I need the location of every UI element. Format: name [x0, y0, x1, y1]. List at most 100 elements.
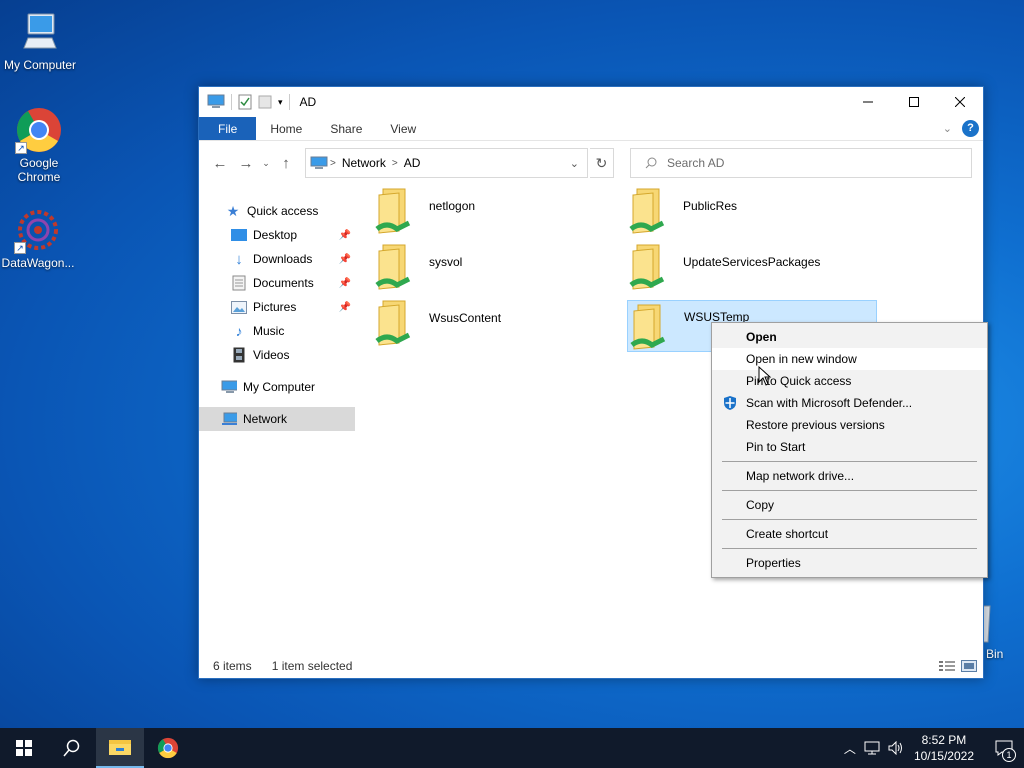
minimize-icon	[863, 101, 873, 103]
computer-icon	[207, 94, 225, 108]
datawagon-icon: ↗	[14, 206, 62, 254]
back-arrow-icon[interactable]: ←	[207, 155, 233, 172]
menu-item-scan-with-defender[interactable]: Scan with Microsoft Defender...	[712, 392, 987, 414]
item-count: 6 items	[213, 659, 252, 673]
nav-quick-access[interactable]: ★ Quick access	[199, 199, 355, 223]
close-button[interactable]	[937, 87, 983, 117]
address-dropdown-icon[interactable]: ⌄	[570, 157, 579, 170]
menu-separator	[722, 490, 977, 491]
pin-icon[interactable]: 📌	[339, 302, 351, 313]
selection-count: 1 item selected	[271, 659, 353, 673]
breadcrumb-separator-icon: >	[391, 157, 398, 169]
network-status-icon[interactable]	[864, 741, 882, 755]
monitor-icon	[16, 8, 64, 56]
help-icon[interactable]: ?	[962, 120, 979, 137]
search-icon	[63, 739, 80, 757]
network-icon	[221, 411, 237, 427]
address-bar[interactable]: > Network > AD ⌄	[305, 148, 588, 178]
search-icon	[645, 157, 657, 169]
expand-ribbon-icon[interactable]: ⌄	[943, 122, 952, 135]
share-folder-updateservicespackages[interactable]: UpdateServicesPackages	[623, 241, 873, 293]
breadcrumb-network[interactable]: Network	[342, 156, 386, 170]
nav-music[interactable]: ♪ Music	[199, 319, 355, 343]
pin-icon[interactable]: 📌	[339, 254, 351, 265]
documents-icon	[231, 275, 247, 291]
tab-home[interactable]: Home	[256, 117, 316, 140]
menu-item-create-shortcut[interactable]: Create shortcut	[712, 523, 987, 545]
menu-item-pin-to-quick-access[interactable]: Pin to Quick access	[712, 370, 987, 392]
menu-item-open-in-new-window[interactable]: Open in new window	[712, 348, 987, 370]
action-center-button[interactable]: 1	[984, 728, 1024, 768]
recent-locations-icon[interactable]: ⌄	[259, 158, 273, 169]
title-bar[interactable]: ▾ AD	[199, 87, 983, 117]
forward-arrow-icon[interactable]: →	[233, 155, 259, 172]
refresh-button[interactable]: ↻	[590, 148, 614, 178]
search-button[interactable]	[48, 728, 96, 768]
pin-icon[interactable]: 📌	[339, 230, 351, 241]
folder-name: netlogon	[429, 199, 476, 213]
tab-file[interactable]: File	[199, 117, 257, 140]
start-button[interactable]	[0, 728, 48, 768]
show-hidden-icons-icon[interactable]: ︿	[844, 740, 856, 757]
clock-time: 8:52 PM	[921, 733, 967, 747]
search-input[interactable]: Search AD	[630, 148, 972, 178]
menu-item-map-network-drive[interactable]: Map network drive...	[712, 465, 987, 487]
maximize-button[interactable]	[891, 87, 937, 117]
navigation-bar: ← → ⌄ ↑ > Network > AD ⌄ ↻ Search AD	[199, 141, 983, 185]
desktop-icon-google-chrome[interactable]: ↗ Google Chrome	[0, 106, 79, 184]
ribbon-tabs: File Home Share View ⌄ ?	[199, 117, 983, 141]
share-folder-wsuscontent[interactable]: WsusContent	[369, 297, 619, 349]
taskbar-file-explorer[interactable]	[96, 728, 144, 768]
clock[interactable]: 8:52 PM 10/15/2022	[914, 732, 974, 764]
taskbar: ︿ 8:52 PM 10/15/2022 1	[0, 728, 1024, 768]
navigation-pane: ★ Quick access Desktop 📌 ↓ Downloads 📌 D…	[199, 185, 355, 655]
menu-separator	[722, 519, 977, 520]
menu-item-restore-previous-versions[interactable]: Restore previous versions	[712, 414, 987, 436]
folder-name: sysvol	[429, 255, 463, 269]
nav-documents[interactable]: Documents 📌	[199, 271, 355, 295]
details-view-icon[interactable]	[939, 660, 955, 672]
nav-network[interactable]: Network	[199, 407, 355, 431]
nav-videos[interactable]: Videos	[199, 343, 355, 367]
up-arrow-icon[interactable]: ↑	[273, 155, 299, 172]
close-icon	[955, 97, 965, 107]
nav-downloads[interactable]: ↓ Downloads 📌	[199, 247, 355, 271]
desktop-icon-datawagon[interactable]: ↗ DataWagon...	[0, 206, 78, 270]
search-placeholder: Search AD	[667, 156, 725, 170]
quick-access-toolbar: ▾	[199, 94, 290, 110]
nav-my-computer[interactable]: My Computer	[199, 375, 355, 399]
new-folder-icon[interactable]	[258, 94, 272, 110]
desktop-icon-my-computer[interactable]: My Computer	[0, 8, 80, 72]
pin-icon[interactable]: 📌	[339, 278, 351, 289]
nav-desktop[interactable]: Desktop 📌	[199, 223, 355, 247]
menu-item-copy[interactable]: Copy	[712, 494, 987, 516]
shortcut-arrow-icon: ↗	[14, 242, 26, 254]
share-folder-sysvol[interactable]: sysvol	[369, 241, 619, 293]
nav-pictures[interactable]: Pictures 📌	[199, 295, 355, 319]
breadcrumb-separator-icon: >	[330, 157, 336, 169]
share-folder-publicres[interactable]: PublicRes	[623, 185, 873, 237]
shared-folder-icon	[630, 301, 670, 351]
minimize-button[interactable]	[845, 87, 891, 117]
customize-toolbar-icon[interactable]: ▾	[278, 97, 283, 108]
menu-item-properties[interactable]: Properties	[712, 552, 987, 574]
properties-icon[interactable]	[238, 94, 252, 110]
tab-view[interactable]: View	[376, 117, 430, 140]
pictures-icon	[231, 299, 247, 315]
music-icon: ♪	[235, 323, 243, 339]
menu-item-open[interactable]: Open	[712, 326, 987, 348]
breadcrumb-ad[interactable]: AD	[404, 156, 421, 170]
tab-share[interactable]: Share	[316, 117, 376, 140]
desktop-folder-icon	[231, 227, 247, 243]
taskbar-chrome[interactable]	[144, 728, 192, 768]
large-icons-view-icon[interactable]	[961, 660, 977, 672]
folder-name: WsusContent	[429, 311, 502, 325]
shared-folder-icon	[629, 185, 669, 235]
volume-icon[interactable]	[888, 741, 904, 755]
share-folder-netlogon[interactable]: netlogon	[369, 185, 619, 237]
file-explorer-icon	[109, 740, 131, 755]
menu-item-pin-to-start[interactable]: Pin to Start	[712, 436, 987, 458]
shortcut-arrow-icon: ↗	[15, 142, 27, 154]
windows-logo-icon	[16, 740, 32, 756]
folder-name: PublicRes	[683, 199, 738, 213]
